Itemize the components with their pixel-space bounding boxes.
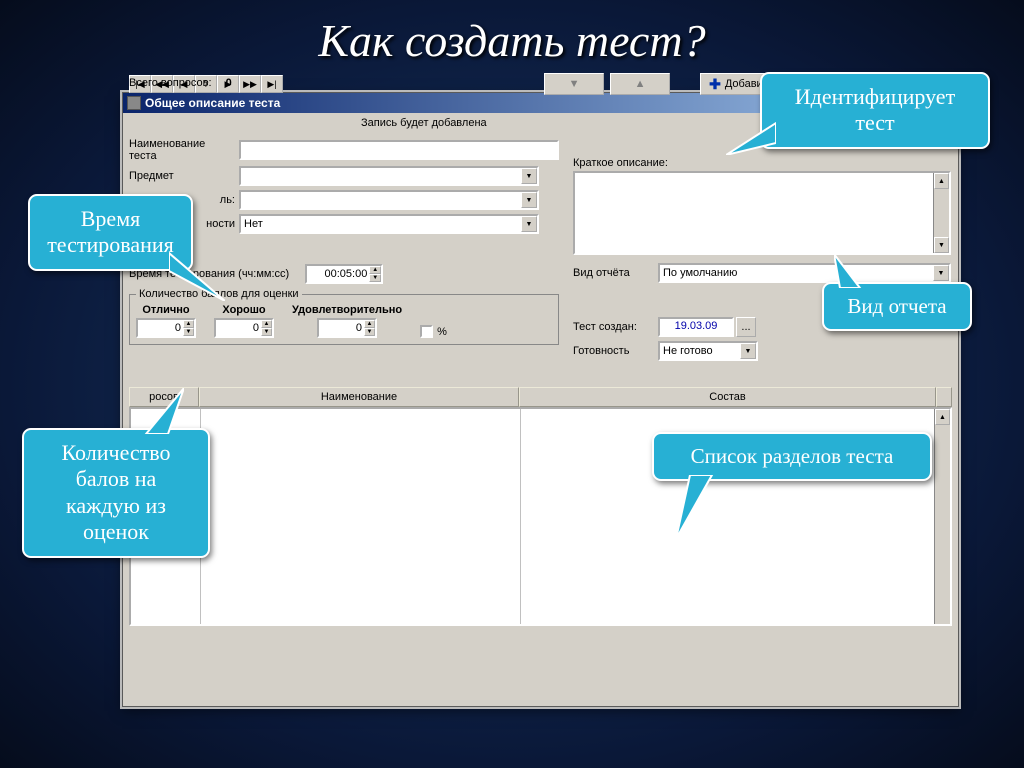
spin-down-icon[interactable]: ▼ — [261, 328, 272, 336]
label-subject: Предмет — [129, 170, 239, 182]
right-column: Краткое описание: ▲ ▼ Вид отчёта По умол… — [573, 157, 951, 365]
chevron-down-icon[interactable]: ▼ — [933, 265, 949, 281]
report-type-select[interactable]: По умолчанию▼ — [658, 263, 951, 283]
callout-tail-icon — [726, 119, 776, 155]
field3-select[interactable]: ▼ — [239, 190, 539, 210]
chevron-down-icon[interactable]: ▼ — [521, 192, 537, 208]
test-time-input[interactable] — [307, 266, 369, 282]
label-total-questions: Всего вопросов: — [129, 77, 212, 89]
grade-header-satis: Удовлетворительно — [292, 304, 402, 316]
grid-header-col2[interactable]: Наименование — [199, 387, 519, 407]
scroll-up-icon[interactable]: ▲ — [934, 173, 949, 189]
short-desc-textarea[interactable]: ▲ ▼ — [573, 171, 951, 255]
grade-satis-spinner[interactable]: ▲▼ — [317, 318, 377, 338]
callout-timing: Время тестирования — [28, 194, 193, 271]
readiness-select[interactable]: Не готово▼ — [658, 341, 758, 361]
test-time-spinner[interactable]: ▲▼ — [305, 264, 383, 284]
field4-select[interactable]: Нет▼ — [239, 214, 539, 234]
spin-up-icon[interactable]: ▲ — [183, 320, 194, 328]
subject-select[interactable]: ▼ — [239, 166, 539, 186]
scrollbar[interactable]: ▲ ▼ — [933, 173, 949, 253]
callout-tail-icon — [169, 249, 225, 301]
callout-tail-icon — [676, 475, 734, 539]
scroll-down-icon[interactable]: ▼ — [934, 237, 949, 253]
grade-header-good: Хорошо — [222, 304, 265, 316]
spin-up-icon[interactable]: ▲ — [261, 320, 272, 328]
grade-satis-input[interactable] — [319, 320, 364, 336]
callout-tail-icon — [834, 254, 874, 288]
spin-down-icon[interactable]: ▼ — [369, 274, 381, 282]
label-report-type: Вид отчёта — [573, 267, 658, 279]
callout-sections: Список разделов теста — [652, 432, 932, 481]
grid: росов Наименование Состав ▲ — [129, 387, 952, 632]
grid-scrollbar[interactable]: ▲ — [934, 409, 950, 624]
grade-good-input[interactable] — [216, 320, 261, 336]
grade-excellent-input[interactable] — [138, 320, 183, 336]
grade-header-excellent: Отлично — [142, 304, 189, 316]
grade-excellent-spinner[interactable]: ▲▼ — [136, 318, 196, 338]
grid-header-scroll — [936, 387, 952, 407]
spin-down-icon[interactable]: ▼ — [183, 328, 194, 336]
sort-down-button[interactable]: ▼ — [544, 73, 604, 95]
spin-down-icon[interactable]: ▼ — [364, 328, 375, 336]
grade-good-spinner[interactable]: ▲▼ — [214, 318, 274, 338]
callout-tail-icon — [136, 388, 184, 434]
grid-header-col3[interactable]: Состав — [519, 387, 936, 407]
percent-checkbox[interactable]: % — [420, 325, 447, 338]
chevron-down-icon[interactable]: ▼ — [521, 216, 537, 232]
callout-grades: Количество балов на каждую из оценок — [22, 428, 210, 558]
spin-up-icon[interactable]: ▲ — [369, 266, 381, 274]
label-test-created: Тест создан: — [573, 321, 658, 333]
date-picker-button[interactable]: ... — [736, 317, 756, 337]
callout-identify: Идентифицирует тест — [760, 72, 990, 149]
scroll-up-icon[interactable]: ▲ — [935, 409, 950, 425]
spin-up-icon[interactable]: ▲ — [364, 320, 375, 328]
chevron-down-icon[interactable]: ▼ — [740, 343, 756, 359]
test-name-input[interactable] — [239, 140, 560, 160]
left-column: Наименование теста Предмет ▼ ль: ▼ ности… — [129, 134, 559, 345]
plus-icon: ✚ — [709, 76, 721, 93]
label-name: Наименование теста — [129, 138, 239, 162]
app-window: Общее описание теста Запись будет добавл… — [122, 92, 959, 707]
sort-up-button[interactable]: ▲ — [610, 73, 670, 95]
slide-title: Как создать тест? — [0, 0, 1024, 73]
test-created-field[interactable]: 19.03.09 — [658, 317, 734, 337]
chevron-down-icon[interactable]: ▼ — [521, 168, 537, 184]
total-questions-value: 0 — [226, 77, 232, 89]
label-readiness: Готовность — [573, 345, 658, 357]
callout-report: Вид отчета — [822, 282, 972, 331]
label-short-desc: Краткое описание: — [573, 157, 951, 169]
